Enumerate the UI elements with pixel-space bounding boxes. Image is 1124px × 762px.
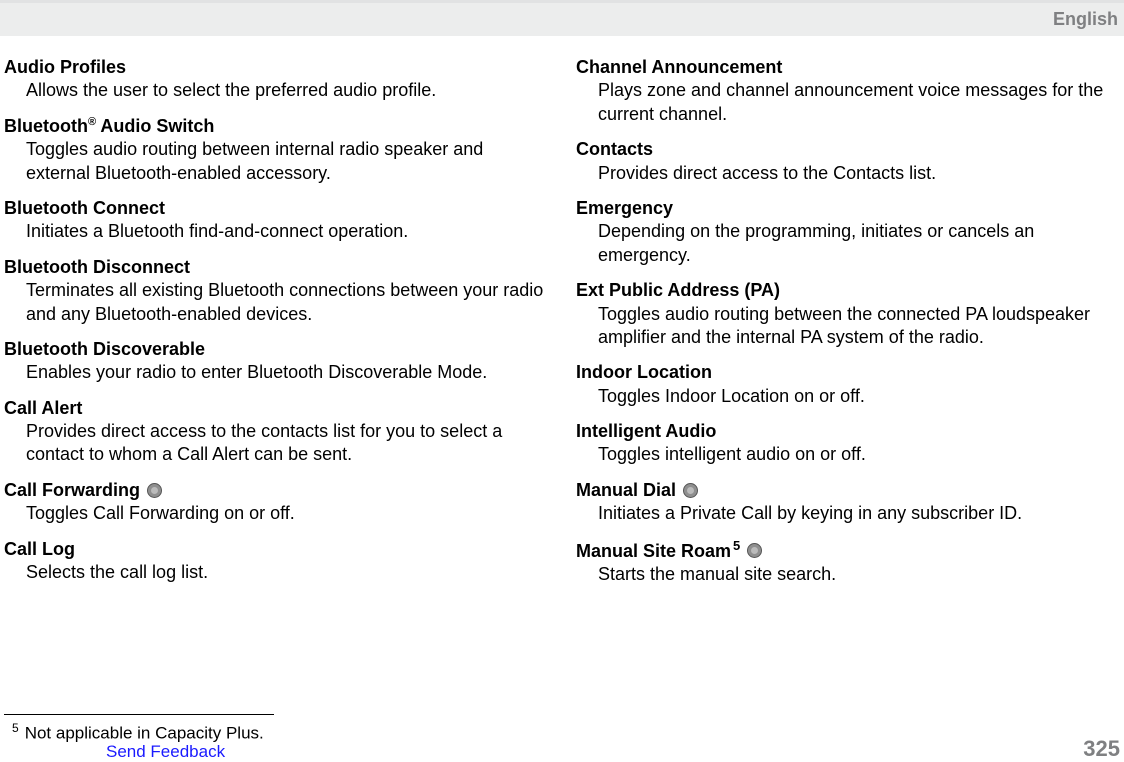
entry-description: Selects the call log list. xyxy=(4,561,546,584)
entry-title-text: Contacts xyxy=(576,139,653,159)
entry-title: Manual Site Roam5 xyxy=(576,538,1118,563)
entry-description: Toggles intelligent audio on or off. xyxy=(576,443,1118,466)
content-area: Audio ProfilesAllows the user to select … xyxy=(0,36,1124,598)
entry-description: Starts the manual site search. xyxy=(576,563,1118,586)
entry-title-text: Bluetooth Discoverable xyxy=(4,339,205,359)
entry-title-text: Manual Site Roam xyxy=(576,541,731,561)
entry-title-text: Bluetooth Connect xyxy=(4,198,165,218)
entry-title-text: Channel Announcement xyxy=(576,57,782,77)
footnote-ref: 5 xyxy=(733,538,740,553)
entry-description: Initiates a Private Call by keying in an… xyxy=(576,502,1118,525)
footnote-marker: 5 xyxy=(12,721,19,735)
entry-title-text: Call Forwarding xyxy=(4,480,140,500)
footnote-rule xyxy=(4,714,274,715)
language-label: English xyxy=(1053,9,1118,30)
entry-description: Plays zone and channel announcement voic… xyxy=(576,79,1118,126)
entry-title: Manual Dial xyxy=(576,479,1118,502)
definition-entry: Ext Public Address (PA) Toggles audio rou… xyxy=(576,279,1118,349)
entry-title: Indoor Location xyxy=(576,361,1118,384)
entry-title-text: Bluetooth xyxy=(4,116,88,136)
feature-badge-icon xyxy=(683,483,698,498)
entry-description: Enables your radio to enter Bluetooth Di… xyxy=(4,361,546,384)
page-number: 325 xyxy=(1083,736,1120,762)
entry-title-text: Audio Switch xyxy=(96,116,214,136)
entry-title: Contacts xyxy=(576,138,1118,161)
definition-entry: Indoor Location Toggles Indoor Location o… xyxy=(576,361,1118,408)
entry-title: Bluetooth Disconnect xyxy=(4,256,546,279)
footnote-body: Not applicable in Capacity Plus. xyxy=(25,724,264,743)
definition-entry: Call Forwarding Toggles Call Forwarding … xyxy=(4,479,546,526)
definition-entry: Manual Site Roam5 Starts the manual site… xyxy=(576,538,1118,587)
left-column: Audio ProfilesAllows the user to select … xyxy=(4,56,546,598)
entry-title-text: Call Log xyxy=(4,539,75,559)
send-feedback-link[interactable]: Send Feedback xyxy=(106,742,225,762)
entry-description: Initiates a Bluetooth find-and-connect o… xyxy=(4,220,546,243)
entry-title: Audio Profiles xyxy=(4,56,546,79)
entry-title-text: Ext Public Address (PA) xyxy=(576,280,780,300)
entry-description: Provides direct access to the contacts l… xyxy=(4,420,546,467)
entry-description: Toggles Call Forwarding on or off. xyxy=(4,502,546,525)
entry-title: Call Log xyxy=(4,538,546,561)
entry-description: Toggles Indoor Location on or off. xyxy=(576,385,1118,408)
right-column: Channel AnnouncementPlays zone and chann… xyxy=(576,56,1118,598)
entry-description: Provides direct access to the Contacts l… xyxy=(576,162,1118,185)
entry-title: Bluetooth® Audio Switch xyxy=(4,115,546,138)
definition-entry: EmergencyDepending on the programming, i… xyxy=(576,197,1118,267)
entry-title-text: Manual Dial xyxy=(576,480,676,500)
feature-badge-icon xyxy=(147,483,162,498)
entry-title: Call Alert xyxy=(4,397,546,420)
definition-entry: Bluetooth DiscoverableEnables your radio… xyxy=(4,338,546,385)
definition-entry: Channel AnnouncementPlays zone and chann… xyxy=(576,56,1118,126)
definition-entry: Manual Dial Initiates a Private Call by … xyxy=(576,479,1118,526)
definition-entry: Bluetooth DisconnectTerminates all exist… xyxy=(4,256,546,326)
definition-entry: Audio ProfilesAllows the user to select … xyxy=(4,56,546,103)
feature-badge-icon xyxy=(747,543,762,558)
entry-description: Terminates all existing Bluetooth connec… xyxy=(4,279,546,326)
entry-title: Bluetooth Discoverable xyxy=(4,338,546,361)
definition-entry: Call LogSelects the call log list. xyxy=(4,538,546,585)
entry-description: Allows the user to select the preferred … xyxy=(4,79,546,102)
definition-entry: Call AlertProvides direct access to the … xyxy=(4,397,546,467)
definition-entry: Bluetooth® Audio SwitchToggles audio rou… xyxy=(4,115,546,185)
definition-entry: Contacts Provides direct access to the Co… xyxy=(576,138,1118,185)
entry-title-text: Audio Profiles xyxy=(4,57,126,77)
entry-title-text: Bluetooth Disconnect xyxy=(4,257,190,277)
entry-title: Ext Public Address (PA) xyxy=(576,279,1118,302)
registered-mark: ® xyxy=(88,116,96,128)
definition-entry: Bluetooth ConnectInitiates a Bluetooth f… xyxy=(4,197,546,244)
entry-title: Channel Announcement xyxy=(576,56,1118,79)
entry-title: Bluetooth Connect xyxy=(4,197,546,220)
entry-title-text: Call Alert xyxy=(4,398,82,418)
definition-entry: Intelligent AudioToggles intelligent aud… xyxy=(576,420,1118,467)
entry-title: Call Forwarding xyxy=(4,479,546,502)
header-bar: English xyxy=(0,0,1124,36)
entry-title-text: Indoor Location xyxy=(576,362,712,382)
footnote-area: 5 Not applicable in Capacity Plus. xyxy=(4,714,274,744)
entry-description: Depending on the programming, initiates … xyxy=(576,220,1118,267)
entry-title: Emergency xyxy=(576,197,1118,220)
footnote-text: 5 Not applicable in Capacity Plus. xyxy=(4,721,274,744)
entry-description: Toggles audio routing between the connec… xyxy=(576,303,1118,350)
entry-title-text: Emergency xyxy=(576,198,673,218)
entry-title-text: Intelligent Audio xyxy=(576,421,716,441)
entry-description: Toggles audio routing between internal r… xyxy=(4,138,546,185)
entry-title: Intelligent Audio xyxy=(576,420,1118,443)
